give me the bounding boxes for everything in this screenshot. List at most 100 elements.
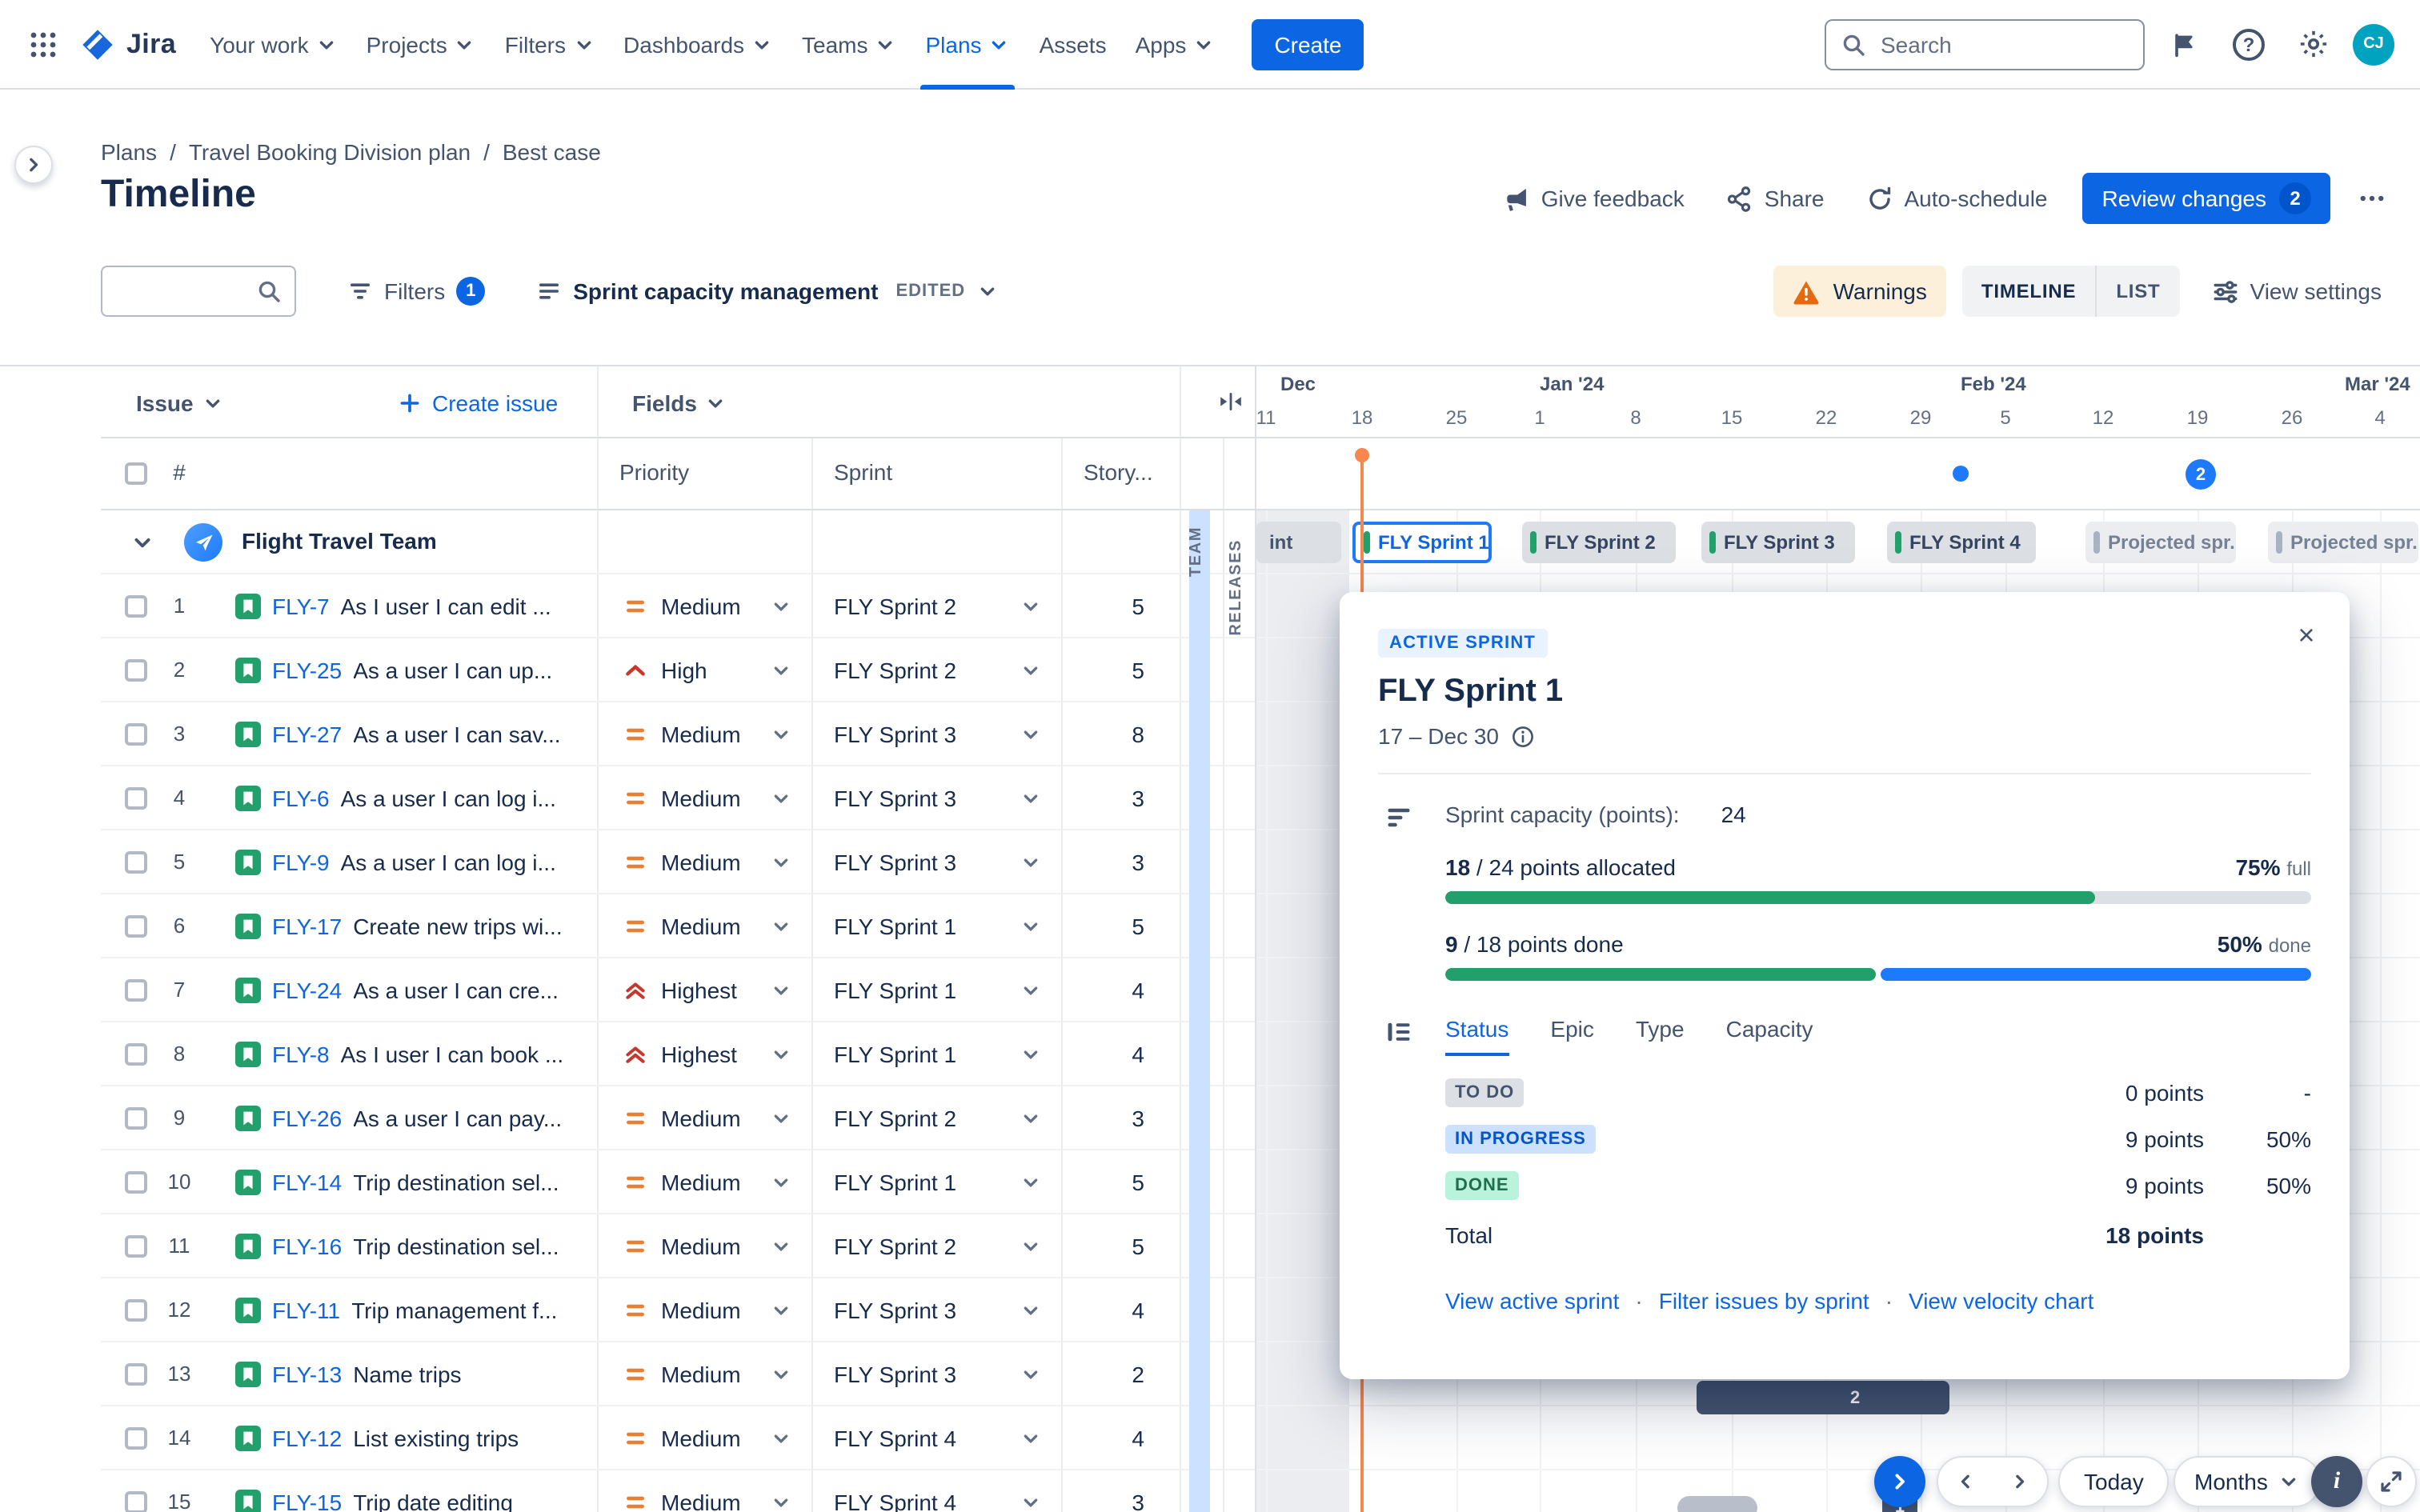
priority-dropdown[interactable]: Medium [597, 1470, 811, 1512]
priority-dropdown[interactable]: Medium [597, 1342, 811, 1406]
tab-capacity[interactable]: Capacity [1726, 1016, 1813, 1056]
nav-item-assets[interactable]: Assets [1025, 0, 1121, 89]
row-checkbox[interactable] [125, 1363, 147, 1386]
close-icon[interactable]: × [2282, 611, 2330, 659]
tab-epic[interactable]: Epic [1550, 1016, 1593, 1056]
link-view-velocity-chart[interactable]: View velocity chart [1909, 1288, 2093, 1314]
issue-key-link[interactable]: FLY-7 [272, 594, 330, 619]
issue-key-link[interactable]: FLY-15 [272, 1490, 342, 1512]
issue-key-link[interactable]: FLY-8 [272, 1042, 330, 1067]
row-checkbox[interactable] [125, 659, 147, 682]
priority-dropdown[interactable]: Medium [597, 702, 811, 766]
fullscreen-button[interactable] [2366, 1456, 2417, 1507]
sprint-dropdown[interactable]: FLY Sprint 1 [811, 1150, 1061, 1214]
jira-logo[interactable]: Jira [80, 26, 176, 62]
search-input[interactable] [1877, 30, 2129, 58]
issue-key-link[interactable]: FLY-25 [272, 658, 342, 683]
sidebar-expand-button[interactable] [14, 146, 53, 184]
priority-dropdown[interactable]: High [597, 638, 811, 702]
chevron-down-icon[interactable] [130, 530, 155, 555]
sprint-dropdown[interactable]: FLY Sprint 1 [811, 894, 1061, 958]
sprint-bar-projected-spr[interactable]: Projected spr... [2268, 522, 2418, 563]
app-switcher-icon[interactable] [19, 20, 67, 68]
collapse-columns-icon[interactable] [1218, 389, 1244, 414]
sprint-bar-int[interactable]: int [1256, 522, 1341, 563]
tab-status[interactable]: Status [1445, 1016, 1508, 1056]
row-checkbox[interactable] [125, 1491, 147, 1512]
filters-button[interactable]: Filters 1 [331, 266, 501, 317]
issue-key-link[interactable]: FLY-12 [272, 1426, 342, 1451]
milestone-dot[interactable] [1953, 466, 1969, 482]
issue-key-link[interactable]: FLY-16 [272, 1234, 342, 1259]
link-filter-issues-by-sprint[interactable]: Filter issues by sprint [1659, 1288, 1869, 1314]
priority-dropdown[interactable]: Medium [597, 1150, 811, 1214]
sprint-bar-fly-sprint-1[interactable]: FLY Sprint 1 [1352, 522, 1492, 563]
view-selector-button[interactable]: Sprint capacity management EDITED [520, 266, 1015, 317]
priority-dropdown[interactable]: Medium [597, 830, 811, 894]
nav-item-teams[interactable]: Teams [787, 0, 911, 89]
issue-key-link[interactable]: FLY-11 [272, 1298, 340, 1323]
nav-item-plans[interactable]: Plans [912, 0, 1025, 89]
issue-key-link[interactable]: FLY-26 [272, 1106, 342, 1131]
breadcrumb-item[interactable]: Travel Booking Division plan [189, 139, 471, 165]
warnings-button[interactable]: Warnings [1773, 266, 1946, 317]
row-checkbox[interactable] [125, 595, 147, 618]
sprint-dropdown[interactable]: FLY Sprint 2 [811, 1086, 1061, 1150]
sprint-bar-fly-sprint-3[interactable]: FLY Sprint 3 [1701, 522, 1855, 563]
review-changes-button[interactable]: Review changes 2 [2082, 173, 2330, 224]
scroll-right-button[interactable] [1993, 1458, 2047, 1506]
breadcrumb-item[interactable]: Best case [503, 139, 601, 165]
sprint-dropdown[interactable]: FLY Sprint 1 [811, 958, 1061, 1022]
scroll-left-button[interactable] [1938, 1458, 1993, 1506]
sprint-bar-fly-sprint-4[interactable]: FLY Sprint 4 [1887, 522, 2036, 563]
row-checkbox[interactable] [125, 723, 147, 746]
give-feedback-button[interactable]: Give feedback [1487, 173, 1701, 224]
breadcrumb-item[interactable]: Plans [101, 139, 157, 165]
create-button[interactable]: Create [1252, 18, 1364, 70]
info-button[interactable]: i [2311, 1456, 2362, 1507]
select-all-checkbox[interactable] [125, 462, 147, 485]
row-checkbox[interactable] [125, 1043, 147, 1066]
priority-dropdown[interactable]: Medium [597, 1278, 811, 1342]
row-checkbox[interactable] [125, 851, 147, 874]
help-icon[interactable]: ? [2225, 20, 2273, 68]
team-group-row[interactable]: Flight Travel Team [101, 510, 1180, 574]
priority-dropdown[interactable]: Medium [597, 1086, 811, 1150]
sprint-dropdown[interactable]: FLY Sprint 4 [811, 1406, 1061, 1470]
issue-bar[interactable]: 2 [1697, 1381, 1949, 1414]
priority-dropdown[interactable]: Medium [597, 1406, 811, 1470]
nav-item-apps[interactable]: Apps [1121, 0, 1230, 89]
global-search[interactable] [1825, 18, 2145, 70]
sprint-dropdown[interactable]: FLY Sprint 1 [811, 1022, 1061, 1086]
share-button[interactable]: Share [1710, 173, 1841, 224]
issue-key-link[interactable]: FLY-6 [272, 786, 330, 811]
issue-key-link[interactable]: FLY-14 [272, 1170, 342, 1195]
expand-panel-button[interactable] [1874, 1456, 1925, 1507]
nav-item-filters[interactable]: Filters [491, 0, 609, 89]
fields-dropdown[interactable]: Fields [632, 366, 727, 438]
row-checkbox[interactable] [125, 787, 147, 810]
notifications-flag-icon[interactable] [2161, 20, 2209, 68]
priority-dropdown[interactable]: Highest [597, 958, 811, 1022]
row-checkbox[interactable] [125, 915, 147, 938]
nav-item-your-work[interactable]: Your work [195, 0, 352, 89]
priority-dropdown[interactable]: Medium [597, 894, 811, 958]
plan-search[interactable] [101, 266, 296, 317]
priority-dropdown[interactable]: Highest [597, 1022, 811, 1086]
issue-key-link[interactable]: FLY-17 [272, 914, 342, 939]
priority-dropdown[interactable]: Medium [597, 766, 811, 830]
avatar[interactable]: CJ [2353, 23, 2394, 65]
zoom-level-dropdown[interactable]: Months [2174, 1456, 2321, 1507]
view-settings-button[interactable]: View settings [2196, 266, 2398, 317]
sprint-bar-fly-sprint-2[interactable]: FLY Sprint 2 [1522, 522, 1676, 563]
toggle-list[interactable]: LIST [2095, 266, 2179, 317]
issue-key-link[interactable]: FLY-27 [272, 722, 342, 747]
plan-search-input[interactable] [115, 277, 246, 306]
issue-key-link[interactable]: FLY-9 [272, 850, 330, 875]
sprint-dropdown[interactable]: FLY Sprint 4 [811, 1470, 1061, 1512]
issue-key-link[interactable]: FLY-13 [272, 1362, 342, 1387]
tab-type[interactable]: Type [1636, 1016, 1685, 1056]
scrollbar-thumb[interactable] [1677, 1496, 1757, 1512]
sprint-dropdown[interactable]: FLY Sprint 3 [811, 1342, 1061, 1406]
sprint-dropdown[interactable]: FLY Sprint 3 [811, 830, 1061, 894]
